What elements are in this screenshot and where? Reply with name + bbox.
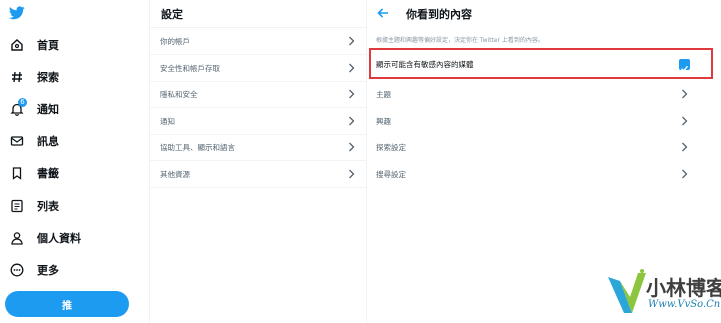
tweet-button[interactable]: 推 bbox=[5, 291, 129, 317]
nav-label-profile: 個人資料 bbox=[37, 232, 81, 245]
chevron-right-icon bbox=[349, 63, 355, 73]
nav-item-profile[interactable]: 個人資料 bbox=[10, 228, 81, 248]
chevron-right-icon bbox=[349, 36, 355, 46]
notification-badge: 6 bbox=[18, 98, 27, 107]
page-title: 你看到的內容 bbox=[406, 8, 472, 21]
watermark: 小林博客 Www.VvSo.Cn bbox=[606, 263, 721, 323]
list-icon bbox=[10, 199, 24, 213]
left-nav: 首頁 探索 6 通知 訊息 書籤 列表 個人資料 更多 推 bbox=[0, 0, 140, 323]
person-icon bbox=[10, 231, 24, 245]
content-item-label: 主題 bbox=[376, 90, 391, 99]
chevron-right-icon bbox=[682, 142, 688, 152]
settings-item-label: 協助工具、顯示和語言 bbox=[160, 143, 235, 152]
sensitive-media-option[interactable]: 顯示可能含有敏感內容的媒體 bbox=[366, 47, 721, 81]
nav-item-more[interactable]: 更多 bbox=[10, 260, 59, 280]
nav-item-home[interactable]: 首頁 bbox=[10, 35, 59, 55]
chevron-right-icon bbox=[349, 169, 355, 179]
nav-label-home: 首頁 bbox=[37, 39, 59, 52]
chevron-right-icon bbox=[682, 116, 688, 126]
nav-label-bookmarks: 書籤 bbox=[37, 167, 59, 180]
twitter-bird-icon[interactable] bbox=[9, 6, 25, 20]
nav-item-notifications[interactable]: 6 通知 bbox=[10, 98, 59, 119]
nav-item-explore[interactable]: 探索 bbox=[10, 67, 59, 87]
back-arrow-icon[interactable] bbox=[376, 6, 390, 20]
content-item-label: 興趣 bbox=[376, 117, 391, 126]
nav-label-lists: 列表 bbox=[37, 200, 59, 213]
content-item-explore-settings[interactable]: 探索設定 bbox=[366, 134, 721, 160]
hashtag-icon bbox=[10, 70, 24, 84]
nav-label-more: 更多 bbox=[37, 264, 59, 277]
settings-item-notifications[interactable]: 通知 bbox=[150, 108, 366, 135]
settings-item-label: 通知 bbox=[160, 117, 175, 126]
settings-title: 設定 bbox=[161, 8, 183, 21]
settings-item-label: 安全性和帳戶存取 bbox=[160, 64, 220, 73]
settings-item-privacy[interactable]: 隱私和安全 bbox=[150, 81, 366, 108]
watermark-name: 小林博客 bbox=[646, 276, 721, 300]
nav-label-messages: 訊息 bbox=[37, 135, 59, 148]
watermark-logo-icon bbox=[608, 269, 646, 313]
content-item-topics[interactable]: 主題 bbox=[366, 81, 721, 107]
watermark-url: Www.VvSo.Cn bbox=[648, 299, 721, 310]
settings-item-resources[interactable]: 其他資源 bbox=[150, 161, 366, 188]
settings-item-account[interactable]: 你的帳戶 bbox=[150, 28, 366, 55]
settings-item-label: 其他資源 bbox=[160, 170, 190, 179]
chevron-right-icon bbox=[682, 169, 688, 179]
highlight-box bbox=[369, 48, 713, 79]
content-item-label: 探索設定 bbox=[376, 143, 406, 152]
nav-label-explore: 探索 bbox=[37, 71, 59, 84]
chevron-right-icon bbox=[349, 116, 355, 126]
more-icon bbox=[10, 263, 24, 277]
content-item-search-settings[interactable]: 搜尋設定 bbox=[366, 161, 721, 187]
bookmark-icon bbox=[10, 166, 24, 180]
nav-item-lists[interactable]: 列表 bbox=[10, 196, 59, 216]
content-item-label: 搜尋設定 bbox=[376, 170, 406, 179]
nav-item-bookmarks[interactable]: 書籤 bbox=[10, 163, 59, 183]
settings-item-label: 你的帳戶 bbox=[160, 37, 190, 46]
settings-item-label: 隱私和安全 bbox=[160, 90, 198, 99]
settings-item-accessibility[interactable]: 協助工具、顯示和語言 bbox=[150, 134, 366, 161]
home-icon bbox=[10, 38, 24, 52]
content-item-interests[interactable]: 興趣 bbox=[366, 108, 721, 134]
nav-item-messages[interactable]: 訊息 bbox=[10, 131, 59, 151]
nav-label-notifications: 通知 bbox=[37, 103, 59, 116]
chevron-right-icon bbox=[349, 142, 355, 152]
envelope-icon bbox=[10, 134, 24, 148]
page-description: 根據主題和興趣等偏好設定，決定你在 Twitter 上看到的內容。 bbox=[376, 37, 544, 44]
chevron-right-icon bbox=[682, 89, 688, 99]
settings-column: 設定 你的帳戶 安全性和帳戶存取 隱私和安全 通知 協助工具、顯示和語言 其他資… bbox=[149, 0, 367, 323]
chevron-right-icon bbox=[349, 89, 355, 99]
bell-icon: 6 bbox=[10, 98, 27, 116]
settings-item-security[interactable]: 安全性和帳戶存取 bbox=[150, 55, 366, 82]
